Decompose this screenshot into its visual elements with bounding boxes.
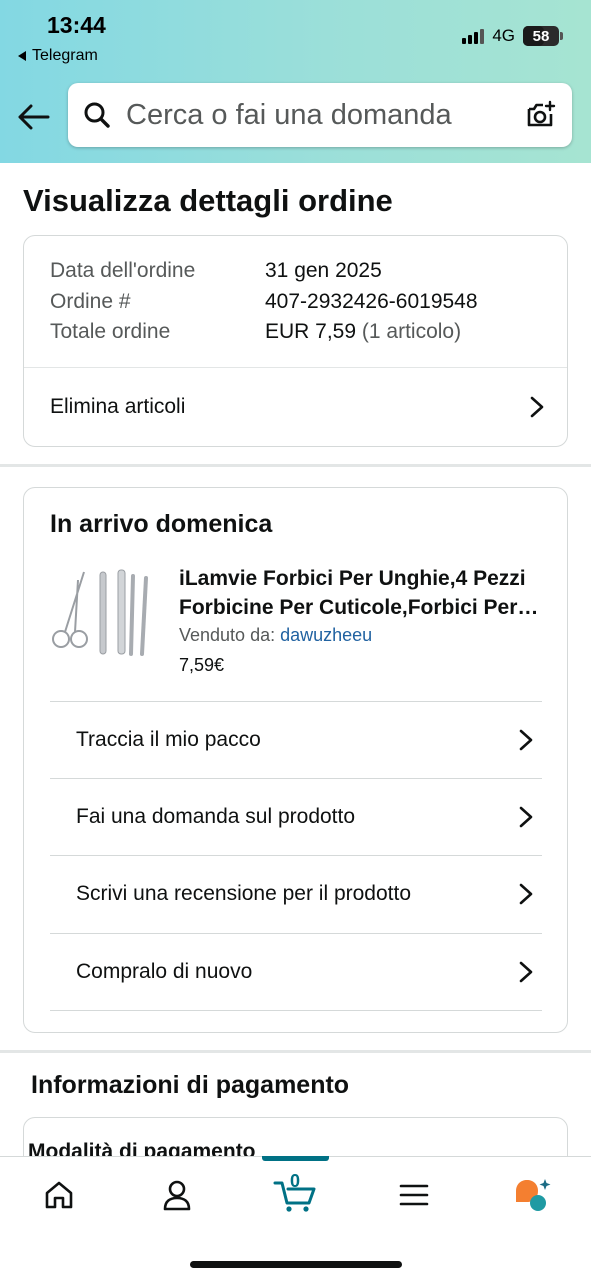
- buy-again-link[interactable]: Compralo di nuovo: [50, 933, 542, 1010]
- page-title: Visualizza dettagli ordine: [23, 183, 393, 218]
- home-indicator: [190, 1261, 402, 1268]
- chevron-right-icon: [516, 728, 536, 752]
- buy-again-label: Compralo di nuovo: [76, 960, 253, 983]
- back-arrow-icon[interactable]: [16, 97, 52, 137]
- top-header: 13:44 Telegram 4G 58 Cerca o fai una dom…: [0, 0, 591, 163]
- delete-items-link[interactable]: Elimina articoli: [50, 367, 547, 447]
- home-icon[interactable]: [34, 1175, 84, 1215]
- status-time: 13:44: [47, 12, 106, 38]
- chevron-right-icon: [516, 805, 536, 829]
- signal-icon: [462, 28, 485, 44]
- delete-items-label: Elimina articoli: [50, 395, 186, 418]
- battery-icon: 58: [523, 26, 563, 46]
- shipment-card: In arrivo domenica iLamvie Forbici Per U…: [23, 487, 568, 1033]
- chevron-right-icon: [516, 960, 536, 984]
- order-number-label: Ordine #: [50, 290, 131, 313]
- divider: [50, 1010, 542, 1011]
- track-package-link[interactable]: Traccia il mio pacco: [50, 701, 542, 778]
- back-to-app-link[interactable]: Telegram: [18, 47, 98, 65]
- ask-question-link[interactable]: Fai una domanda sul prodotto: [50, 778, 542, 855]
- cart-icon[interactable]: 0: [270, 1171, 320, 1215]
- back-app-label: Telegram: [32, 47, 98, 64]
- cart-count: 0: [289, 1171, 300, 1191]
- track-package-label: Traccia il mio pacco: [76, 728, 261, 751]
- back-triangle-icon: [18, 51, 26, 61]
- camera-icon[interactable]: [524, 98, 558, 132]
- order-date-label: Data dell'ordine: [50, 259, 196, 282]
- section-separator: [0, 464, 591, 467]
- chevron-right-icon: [516, 882, 536, 906]
- write-review-link[interactable]: Scrivi una recensione per il prodotto: [50, 855, 542, 932]
- order-number-value: 407-2932426-6019548: [265, 290, 478, 313]
- seller-link[interactable]: dawuzheeu: [280, 625, 372, 645]
- status-indicators: 4G 58: [462, 26, 563, 46]
- sold-by: Venduto da: dawuzheeu: [179, 625, 372, 646]
- search-input[interactable]: Cerca o fai una domanda: [126, 99, 524, 132]
- chevron-right-icon: [527, 395, 547, 419]
- product-price: 7,59€: [179, 655, 225, 675]
- order-date-value: 31 gen 2025: [265, 259, 382, 282]
- active-tab-indicator: [262, 1156, 329, 1161]
- write-review-label: Scrivi una recensione per il prodotto: [76, 882, 412, 905]
- menu-icon[interactable]: [389, 1175, 439, 1215]
- battery-percent: 58: [532, 27, 550, 45]
- product-image[interactable]: [48, 566, 158, 662]
- section-separator: [0, 1050, 591, 1053]
- network-type: 4G: [492, 26, 515, 45]
- order-total-value: EUR 7,59: [265, 320, 357, 343]
- order-total: EUR 7,59 (1 articolo): [265, 320, 461, 344]
- order-summary-card: Data dell'ordine 31 gen 2025 Ordine # 40…: [23, 235, 568, 447]
- sold-by-label: Venduto da:: [179, 625, 276, 645]
- payment-section-title: Informazioni di pagamento: [31, 1071, 350, 1099]
- order-total-items: (1 articolo): [361, 320, 462, 343]
- account-icon[interactable]: [152, 1175, 202, 1215]
- search-icon: [82, 100, 112, 130]
- assistant-icon[interactable]: [507, 1175, 557, 1215]
- delivery-status: In arrivo domenica: [50, 510, 273, 538]
- bottom-navigation: 0: [0, 1156, 591, 1280]
- order-total-label: Totale ordine: [50, 320, 171, 343]
- product-title-link[interactable]: iLamvie Forbici Per Unghie,4 Pezzi Forbi…: [179, 564, 549, 622]
- search-bar[interactable]: Cerca o fai una domanda: [68, 83, 572, 147]
- ask-question-label: Fai una domanda sul prodotto: [76, 805, 356, 828]
